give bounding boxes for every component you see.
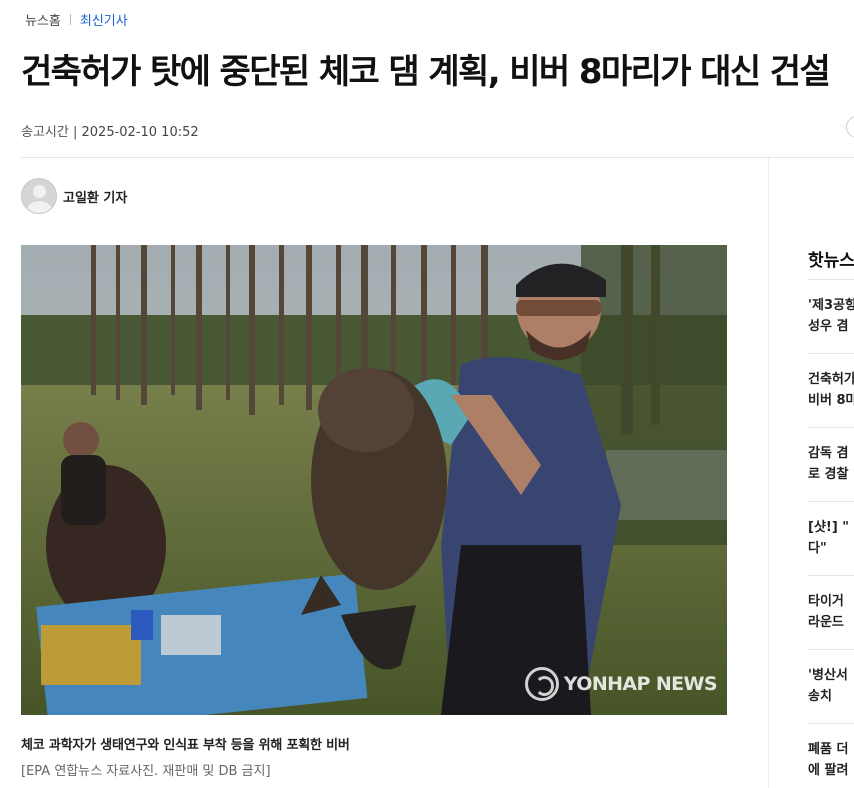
hot-news-item-line: '병산서: [808, 668, 848, 683]
publish-label: 송고시간: [21, 125, 69, 140]
breadcrumb: 뉴스홈 최신기사: [25, 10, 128, 29]
sidebar-divider: [768, 158, 769, 788]
hot-news-item-line: 송치: [808, 689, 832, 704]
share-icon[interactable]: [846, 116, 854, 138]
author-name: 고일환 기자: [63, 190, 128, 206]
breadcrumb-home-link[interactable]: 뉴스홈: [25, 10, 61, 29]
hot-news-item-line: 타이거: [808, 594, 844, 609]
author-byline[interactable]: 고일환 기자: [21, 178, 127, 214]
yonhap-logo-icon: [524, 667, 559, 701]
hot-news-title: 핫뉴스: [808, 251, 854, 271]
publish-time: 2025-02-10 10:52: [81, 125, 199, 140]
photo-watermark: YONHAP NEWS: [524, 667, 718, 701]
hot-news-item-line: 성우 겸: [808, 319, 849, 334]
hot-news-item[interactable]: 감독 겸 로 경찰: [808, 427, 854, 501]
hot-news-item-line: '제3공항: [808, 298, 854, 313]
watermark-text: YONHAP NEWS: [563, 673, 718, 695]
author-avatar: [21, 178, 57, 214]
hot-news-item[interactable]: '제3공항 성우 겸: [808, 279, 854, 353]
hot-news-item-line: 로 경찰: [808, 467, 849, 482]
beaver-photo-illustration: [21, 245, 727, 715]
hot-news-item-line: 에 팔려: [808, 763, 849, 778]
hot-news-item[interactable]: 건축허가 비버 8마: [808, 353, 854, 427]
hot-news-sidebar: 핫뉴스 '제3공항 성우 겸 건축허가 비버 8마 감독 겸 로 경찰 [샷!]…: [808, 246, 854, 788]
hot-news-item[interactable]: 타이거 라운드: [808, 575, 854, 649]
hot-news-item-line: 다": [808, 541, 827, 556]
hot-news-item-line: 감독 겸: [808, 446, 849, 461]
breadcrumb-separator: [69, 14, 71, 25]
hot-news-item-line: 비버 8마: [808, 393, 854, 408]
photo-credit: [EPA 연합뉴스 자료사진. 재판매 및 DB 금지]: [21, 764, 271, 779]
hot-news-item-line: 폐품 더: [808, 742, 849, 757]
hot-news-item-line: 건축허가: [808, 372, 854, 387]
hot-news-item[interactable]: '병산서 송치: [808, 649, 854, 723]
article-title: 건축허가 탓에 중단된 체코 댐 계획, 비버 8마리가 대신 건설: [21, 52, 831, 92]
header-divider: [21, 157, 854, 158]
publish-info: 송고시간 | 2025-02-10 10:52: [21, 125, 199, 140]
photo-caption: 체코 과학자가 생태연구와 인식표 부착 등을 위해 포획한 비버: [21, 738, 350, 753]
article-photo[interactable]: YONHAP NEWS: [21, 245, 727, 715]
hot-news-item[interactable]: [샷!] " 다": [808, 501, 854, 575]
hot-news-item-line: [샷!] ": [808, 520, 850, 535]
hot-news-item[interactable]: 폐품 더 에 팔려: [808, 723, 854, 788]
hot-news-item-line: 라운드: [808, 615, 844, 630]
breadcrumb-current-link[interactable]: 최신기사: [80, 10, 128, 29]
